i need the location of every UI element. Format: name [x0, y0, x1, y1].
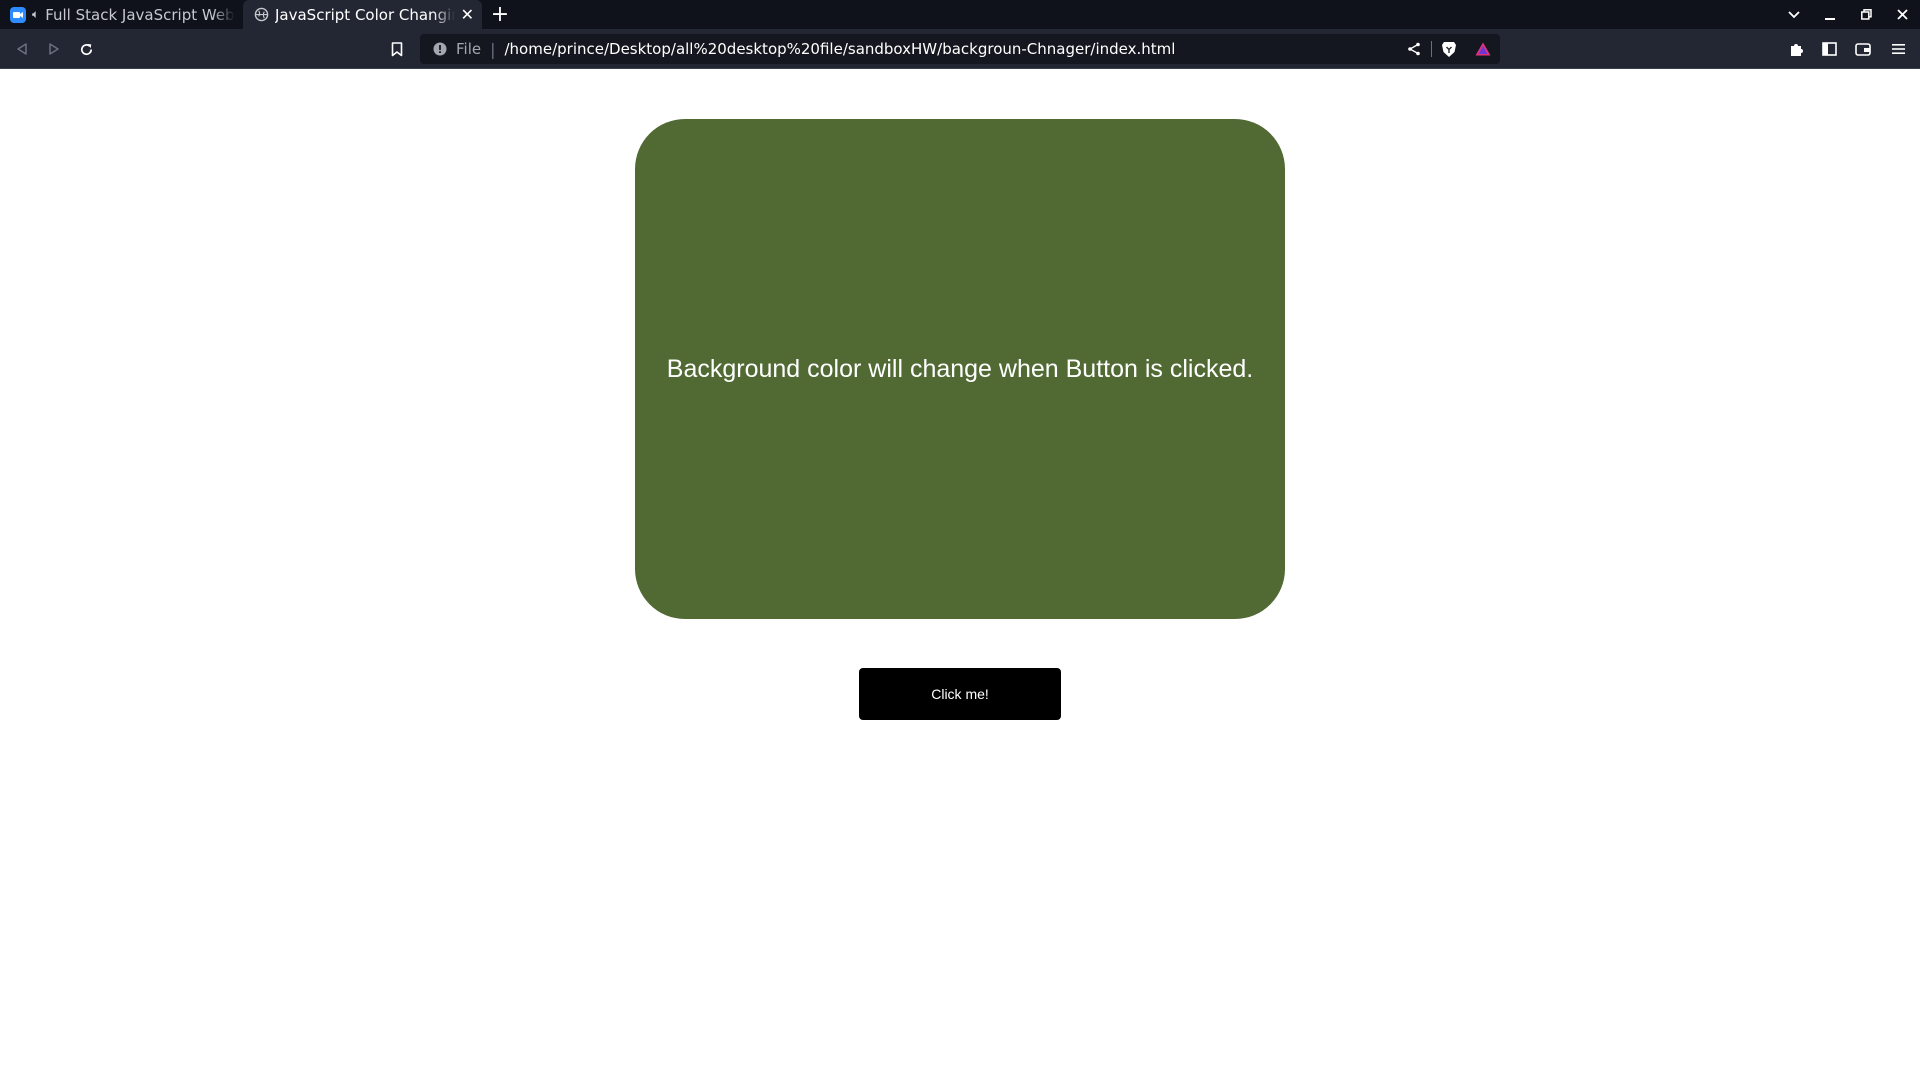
- wallet-button[interactable]: [1851, 37, 1875, 61]
- back-button[interactable]: [10, 37, 34, 61]
- page-viewport: Background color will change when Button…: [0, 70, 1920, 1080]
- close-window-button[interactable]: [1884, 0, 1920, 29]
- share-icon: [1408, 42, 1420, 56]
- restore-button[interactable]: [1848, 0, 1884, 29]
- close-tab-icon[interactable]: ✕: [461, 5, 474, 24]
- globe-icon: [253, 7, 269, 23]
- reload-button[interactable]: [74, 37, 98, 61]
- extensions-button[interactable]: [1785, 37, 1809, 61]
- window-controls: [1776, 0, 1920, 29]
- sidebar-icon: [1821, 42, 1837, 56]
- main-menu-button[interactable]: [1886, 37, 1910, 61]
- chevron-down-icon: [1788, 10, 1800, 18]
- close-icon: [1896, 9, 1908, 20]
- speaker-icon[interactable]: 🔈︎: [32, 7, 39, 22]
- box-message: Background color will change when Button…: [666, 354, 1254, 383]
- tab-search-button[interactable]: [1776, 0, 1812, 29]
- url-scheme-label: File: [456, 40, 482, 58]
- browser-toolbar: File | /home/prince/Desktop/all%20deskto…: [0, 29, 1920, 69]
- back-arrow-icon: [17, 43, 27, 55]
- brave-lion-icon: [1442, 41, 1456, 57]
- url-text[interactable]: /home/prince/Desktop/all%20desktop%20fil…: [505, 40, 1176, 58]
- site-info-icon[interactable]: [432, 41, 448, 57]
- url-separator: |: [490, 39, 496, 59]
- brave-shields-button[interactable]: [1432, 34, 1466, 64]
- tab-strip: 🔈︎ Full Stack JavaScript Web Developer J…: [0, 0, 1920, 29]
- reload-icon: [80, 43, 92, 55]
- brave-rewards-icon: [1475, 42, 1491, 56]
- tab-title: JavaScript Color Changing Background: [275, 5, 455, 24]
- color-changing-box: Background color will change when Button…: [635, 119, 1285, 619]
- tab-full-stack-javascript[interactable]: 🔈︎ Full Stack JavaScript Web Developer: [0, 0, 243, 29]
- tab-title: Full Stack JavaScript Web Developer: [45, 5, 235, 24]
- address-bar-actions: [1397, 34, 1500, 64]
- click-me-button[interactable]: Click me!: [859, 668, 1061, 720]
- address-bar[interactable]: File | /home/prince/Desktop/all%20deskto…: [420, 34, 1500, 64]
- share-button[interactable]: [1397, 34, 1431, 64]
- minimize-button[interactable]: [1812, 0, 1848, 29]
- restore-icon: [1860, 9, 1872, 20]
- hamburger-menu-icon: [1891, 44, 1905, 54]
- forward-button[interactable]: [42, 37, 66, 61]
- tab-javascript-color-changing[interactable]: JavaScript Color Changing Background ✕: [243, 0, 482, 29]
- forward-arrow-icon: [49, 43, 59, 55]
- puzzle-piece-icon: [1791, 44, 1803, 56]
- new-tab-button[interactable]: +: [482, 0, 518, 29]
- minimize-icon: [1825, 17, 1835, 20]
- bookmark-button[interactable]: [385, 37, 409, 61]
- sidebar-button[interactable]: [1817, 37, 1841, 61]
- bookmark-icon: [391, 41, 403, 56]
- brave-rewards-button[interactable]: [1466, 34, 1500, 64]
- plus-icon: +: [490, 2, 510, 27]
- video-app-icon: [10, 6, 26, 23]
- wallet-icon: [1855, 43, 1871, 56]
